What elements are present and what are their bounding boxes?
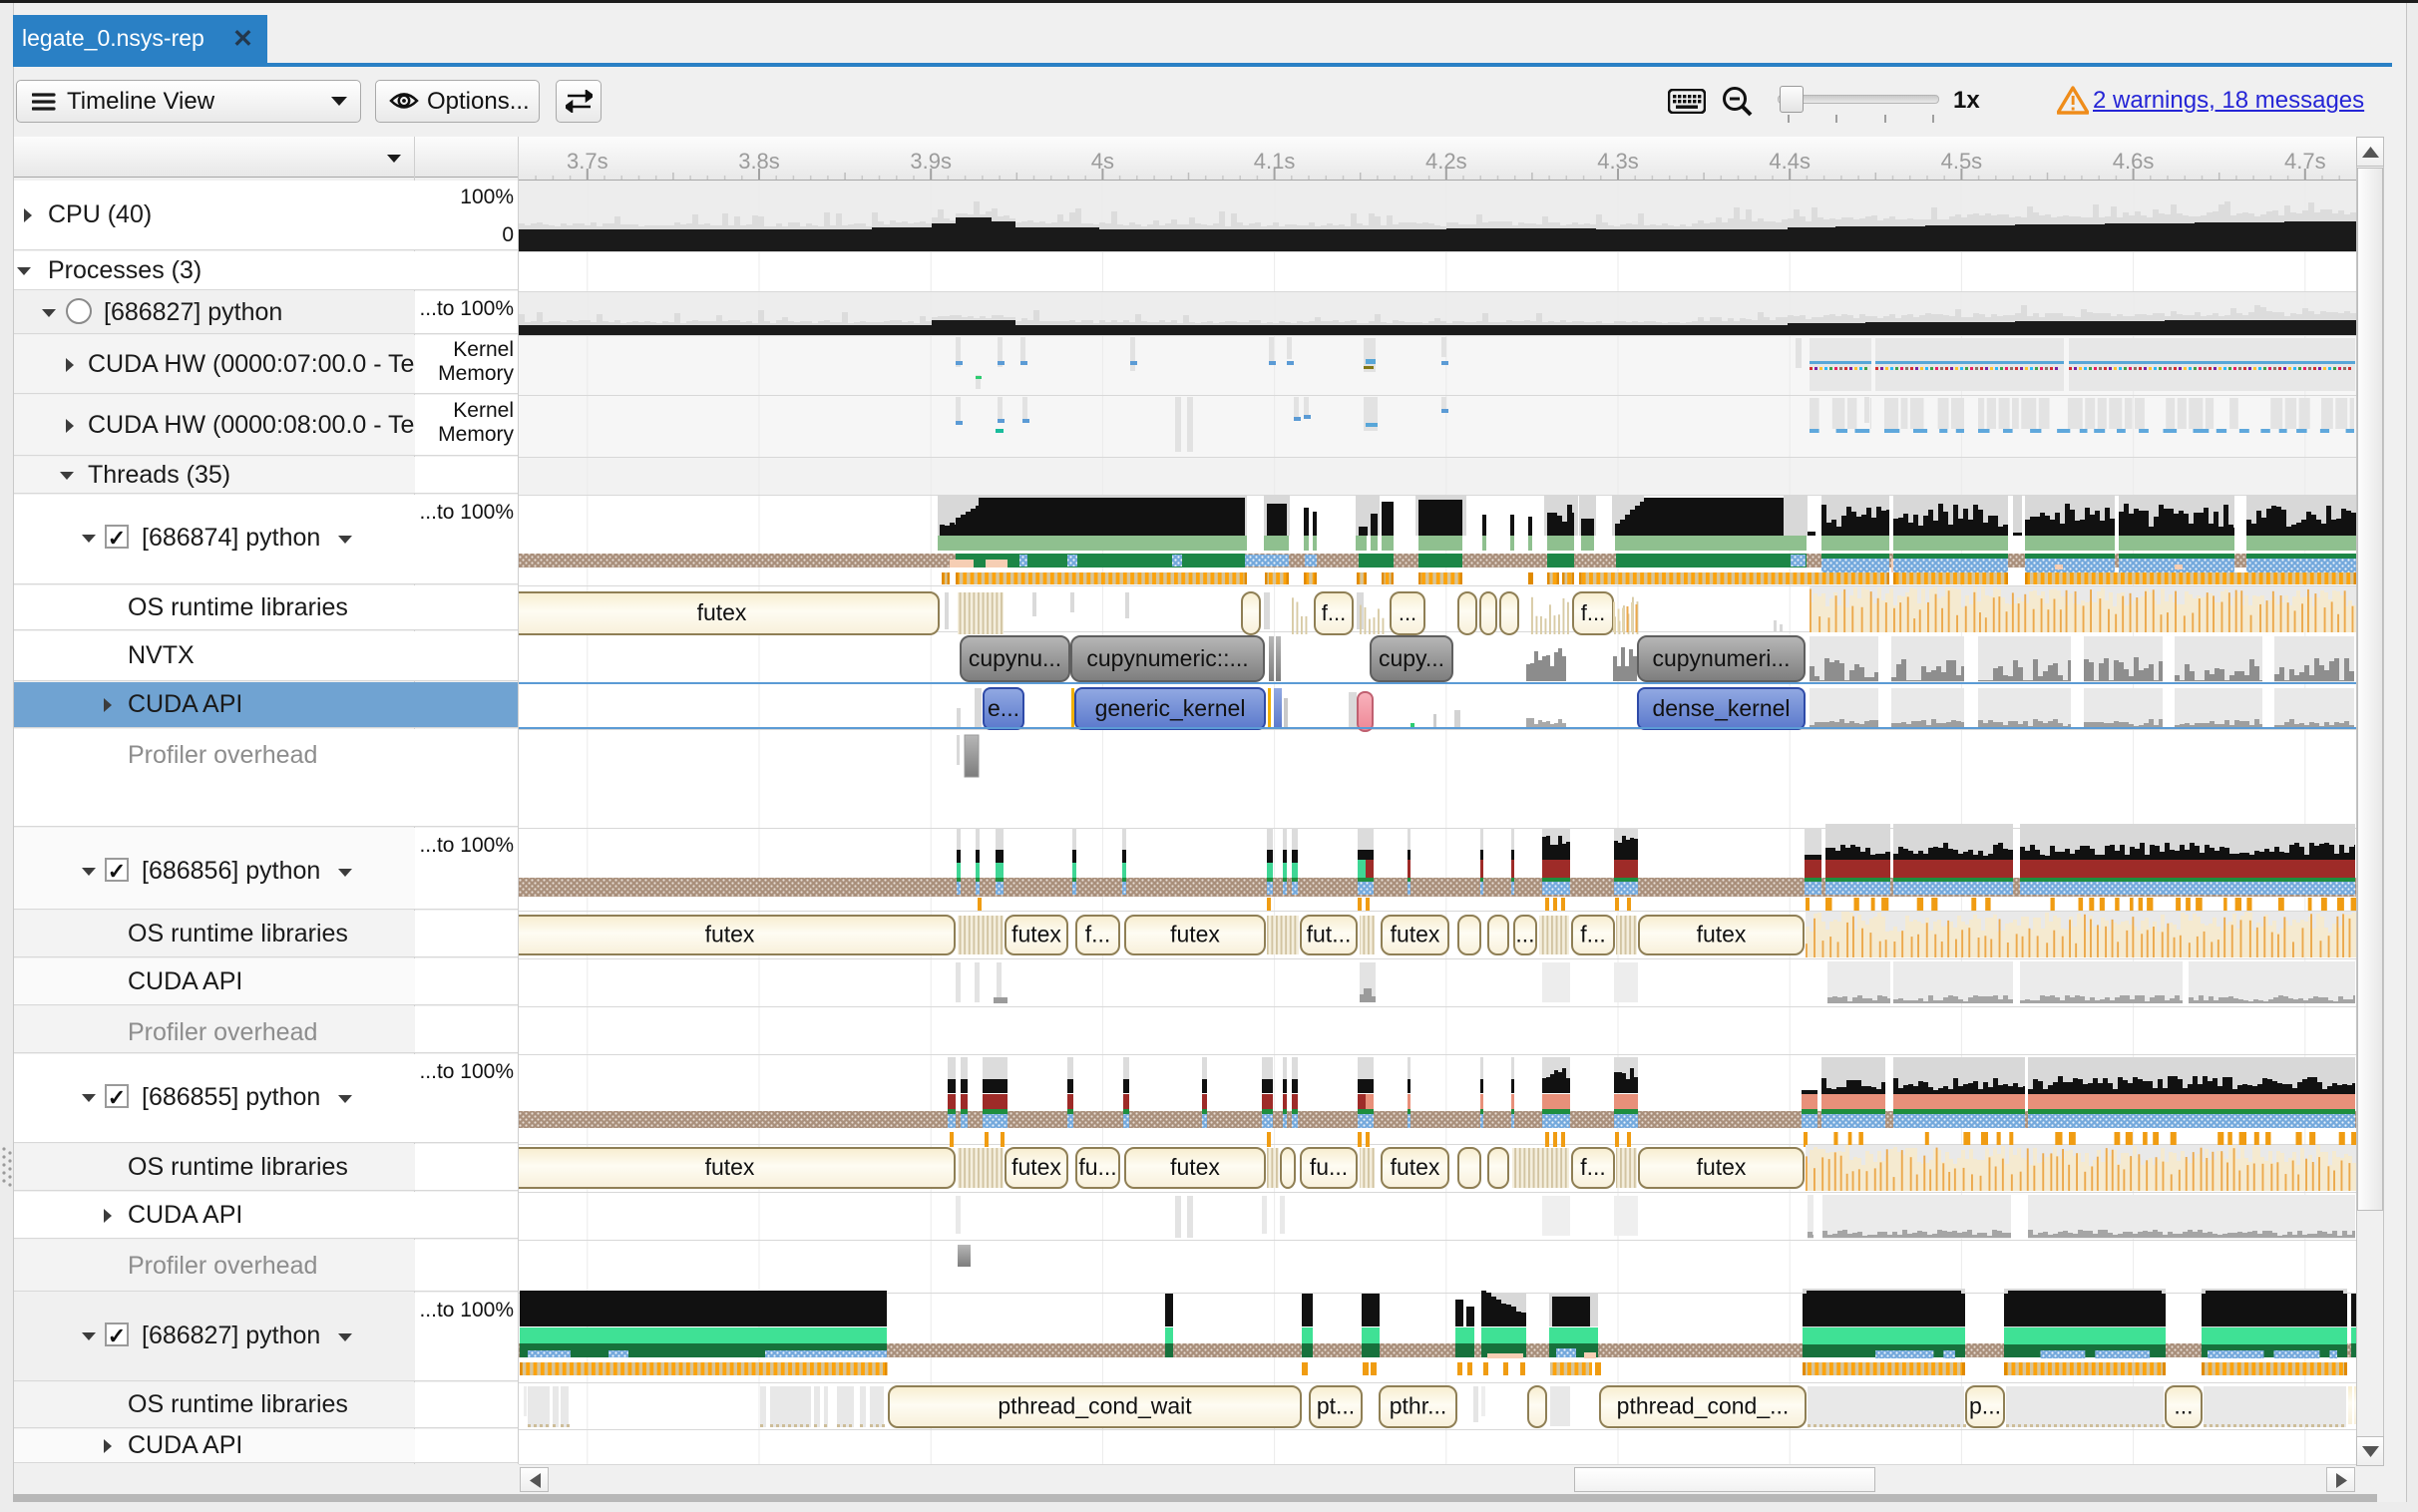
svg-text:cupy...: cupy... bbox=[1379, 645, 1444, 671]
svg-text:cupynumeri...: cupynumeri... bbox=[1652, 645, 1790, 671]
svg-text:futex: futex bbox=[1011, 922, 1061, 947]
svg-text:futex: futex bbox=[705, 1154, 755, 1180]
svg-text:pthread_cond_...: pthread_cond_... bbox=[1617, 1393, 1790, 1419]
svg-text:fu...: fu... bbox=[1310, 1154, 1348, 1180]
svg-text:futex: futex bbox=[1391, 1154, 1440, 1180]
svg-text:futex: futex bbox=[705, 922, 755, 947]
svg-text:p...: p... bbox=[1969, 1393, 2001, 1419]
svg-text:futex: futex bbox=[1170, 1154, 1220, 1180]
svg-text:f...: f... bbox=[1085, 922, 1111, 947]
svg-text:pthread_cond_wait: pthread_cond_wait bbox=[998, 1393, 1192, 1419]
svg-text:fut...: fut... bbox=[1307, 922, 1352, 947]
svg-text:futex: futex bbox=[1697, 922, 1747, 947]
svg-text:...: ... bbox=[2174, 1393, 2193, 1419]
svg-text:futex: futex bbox=[1170, 922, 1220, 947]
svg-text:pt...: pt... bbox=[1317, 1393, 1355, 1419]
svg-text:futex: futex bbox=[1391, 922, 1440, 947]
svg-text:f...: f... bbox=[1322, 600, 1346, 625]
svg-text:generic_kernel: generic_kernel bbox=[1095, 695, 1246, 721]
svg-text:...: ... bbox=[1399, 600, 1416, 625]
svg-text:futex: futex bbox=[697, 599, 747, 625]
svg-text:e...: e... bbox=[988, 695, 1019, 721]
svg-text:pthr...: pthr... bbox=[1390, 1393, 1447, 1419]
svg-text:f...: f... bbox=[1581, 600, 1605, 625]
svg-text:f...: f... bbox=[1580, 922, 1606, 947]
svg-text:cupynu...: cupynu... bbox=[969, 645, 1061, 671]
svg-text:f...: f... bbox=[1580, 1154, 1606, 1180]
svg-text:fu...: fu... bbox=[1078, 1154, 1116, 1180]
svg-text:futex: futex bbox=[1697, 1154, 1747, 1180]
svg-text:...: ... bbox=[1515, 922, 1534, 947]
svg-text:futex: futex bbox=[1011, 1154, 1061, 1180]
svg-text:dense_kernel: dense_kernel bbox=[1652, 695, 1790, 721]
svg-text:cupynumeric::...: cupynumeric::... bbox=[1086, 645, 1248, 671]
